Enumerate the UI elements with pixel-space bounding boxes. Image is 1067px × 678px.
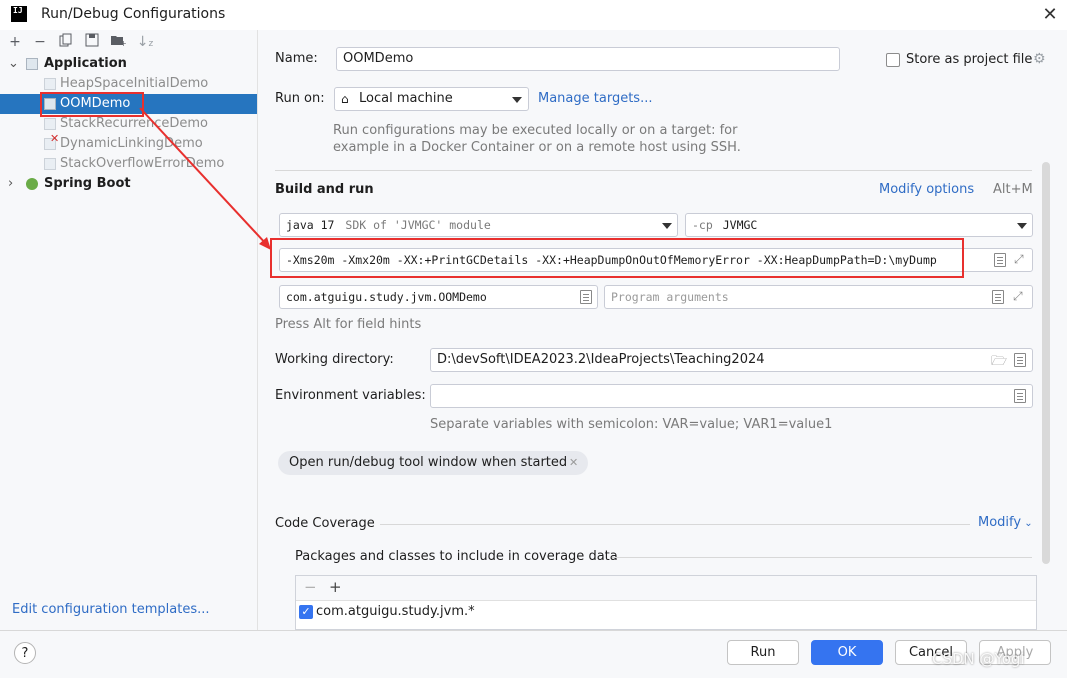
annotation-arrow <box>139 107 271 250</box>
